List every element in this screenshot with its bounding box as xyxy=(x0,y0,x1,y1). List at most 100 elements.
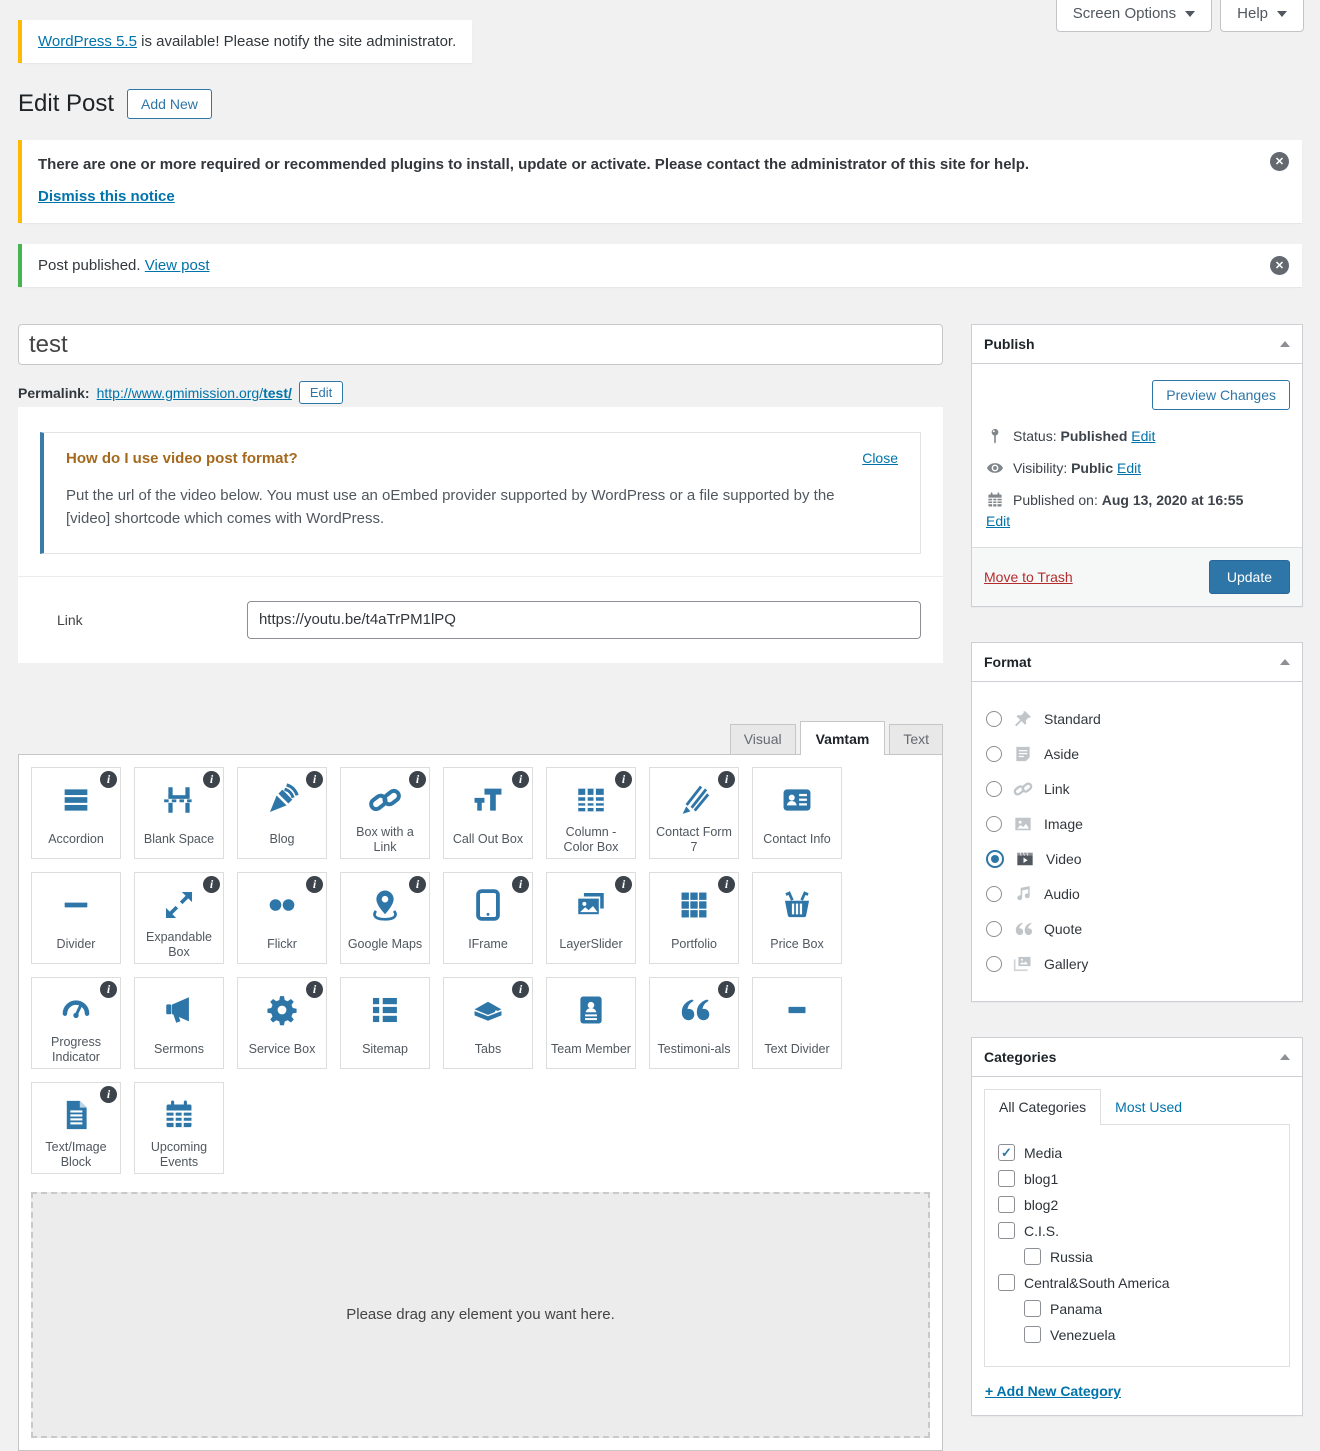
collapse-arrow-icon[interactable] xyxy=(1280,659,1290,665)
category-item-venezuela[interactable]: Venezuela xyxy=(1024,1326,1281,1343)
format-option-gallery[interactable]: Gallery xyxy=(986,954,1288,974)
checkbox-checked[interactable] xyxy=(998,1144,1015,1161)
element-card-google-maps[interactable]: Google Maps xyxy=(340,872,430,964)
radio-unchecked[interactable] xyxy=(986,781,1002,797)
element-card-box-with-a-link[interactable]: Box with a Link xyxy=(340,767,430,859)
permalink-link[interactable]: http://www.gmimission.org/test/ xyxy=(97,385,292,401)
element-card-expandable-box[interactable]: Expandable Box xyxy=(134,872,224,964)
dismiss-notice-link[interactable]: Dismiss this notice xyxy=(38,188,175,205)
info-icon[interactable] xyxy=(100,771,117,788)
view-post-link[interactable]: View post xyxy=(145,257,210,274)
info-icon[interactable] xyxy=(100,1086,117,1103)
tab-visual[interactable]: Visual xyxy=(730,724,796,754)
info-icon[interactable] xyxy=(615,771,632,788)
format-option-aside[interactable]: Aside xyxy=(986,744,1288,764)
radio-unchecked[interactable] xyxy=(986,956,1002,972)
element-card-blank-space[interactable]: Blank Space xyxy=(134,767,224,859)
post-title-input[interactable] xyxy=(18,324,943,365)
element-card-contact-form-7[interactable]: Contact Form 7 xyxy=(649,767,739,859)
element-card-tabs[interactable]: Tabs xyxy=(443,977,533,1069)
info-icon[interactable] xyxy=(512,981,529,998)
category-item-blog2[interactable]: blog2 xyxy=(998,1196,1281,1213)
format-option-image[interactable]: Image xyxy=(986,814,1288,834)
edit-permalink-button[interactable]: Edit xyxy=(299,381,343,404)
category-item-panama[interactable]: Panama xyxy=(1024,1300,1281,1317)
edit-status-link[interactable]: Edit xyxy=(1131,428,1155,444)
collapse-arrow-icon[interactable] xyxy=(1280,1054,1290,1060)
info-icon[interactable] xyxy=(306,876,323,893)
screen-options-button[interactable]: Screen Options xyxy=(1056,0,1212,32)
checkbox-unchecked[interactable] xyxy=(1024,1326,1041,1343)
edit-published-date-link[interactable]: Edit xyxy=(986,513,1010,529)
element-card-upcoming-events[interactable]: Upcoming Events xyxy=(134,1082,224,1174)
info-icon[interactable] xyxy=(718,876,735,893)
element-card-sitemap[interactable]: Sitemap xyxy=(340,977,430,1069)
element-card-portfolio[interactable]: Portfolio xyxy=(649,872,739,964)
move-to-trash-link[interactable]: Move to Trash xyxy=(984,569,1073,585)
checkbox-unchecked[interactable] xyxy=(1024,1248,1041,1265)
info-icon[interactable] xyxy=(615,876,632,893)
checkbox-unchecked[interactable] xyxy=(998,1274,1015,1291)
info-icon[interactable] xyxy=(409,771,426,788)
checkbox-unchecked[interactable] xyxy=(1024,1300,1041,1317)
format-option-audio[interactable]: Audio xyxy=(986,884,1288,904)
radio-unchecked[interactable] xyxy=(986,746,1002,762)
info-icon[interactable] xyxy=(306,771,323,788)
element-card-column-color-box[interactable]: Column - Color Box xyxy=(546,767,636,859)
tab-all-categories[interactable]: All Categories xyxy=(984,1089,1101,1125)
element-card-progress-indicator[interactable]: Progress Indicator xyxy=(31,977,121,1069)
element-card-layerslider[interactable]: LayerSlider xyxy=(546,872,636,964)
info-icon[interactable] xyxy=(718,981,735,998)
edit-visibility-link[interactable]: Edit xyxy=(1117,460,1141,476)
category-item-c-i-s[interactable]: C.I.S. xyxy=(998,1222,1281,1239)
wordpress-update-link[interactable]: WordPress 5.5 xyxy=(38,33,137,50)
element-card-sermons[interactable]: Sermons xyxy=(134,977,224,1069)
info-icon[interactable] xyxy=(512,771,529,788)
checkbox-unchecked[interactable] xyxy=(998,1170,1015,1187)
element-card-team-member[interactable]: Team Member xyxy=(546,977,636,1069)
close-help-link[interactable]: Close xyxy=(862,450,898,466)
video-link-input[interactable] xyxy=(247,601,921,639)
radio-unchecked[interactable] xyxy=(986,816,1002,832)
info-icon[interactable] xyxy=(409,876,426,893)
info-icon[interactable] xyxy=(306,981,323,998)
element-card-contact-info[interactable]: Contact Info xyxy=(752,767,842,859)
info-icon[interactable] xyxy=(203,771,220,788)
element-card-call-out-box[interactable]: Call Out Box xyxy=(443,767,533,859)
format-option-link[interactable]: Link xyxy=(986,779,1288,799)
tab-most-used[interactable]: Most Used xyxy=(1101,1090,1196,1124)
tab-text[interactable]: Text xyxy=(889,724,943,754)
format-option-standard[interactable]: Standard xyxy=(986,709,1288,729)
category-item-russia[interactable]: Russia xyxy=(1024,1248,1281,1265)
format-option-quote[interactable]: Quote xyxy=(986,919,1288,939)
radio-checked[interactable] xyxy=(986,850,1004,868)
element-card-iframe[interactable]: IFrame xyxy=(443,872,533,964)
element-card-flickr[interactable]: Flickr xyxy=(237,872,327,964)
checkbox-unchecked[interactable] xyxy=(998,1222,1015,1239)
help-button[interactable]: Help xyxy=(1220,0,1304,32)
dismiss-icon[interactable] xyxy=(1270,152,1289,171)
tab-vamtam[interactable]: Vamtam xyxy=(800,721,886,755)
element-card-text-image-block[interactable]: Text/Image Block xyxy=(31,1082,121,1174)
radio-unchecked[interactable] xyxy=(986,886,1002,902)
category-item-blog1[interactable]: blog1 xyxy=(998,1170,1281,1187)
checkbox-unchecked[interactable] xyxy=(998,1196,1015,1213)
element-card-blog[interactable]: Blog xyxy=(237,767,327,859)
dismiss-icon[interactable] xyxy=(1270,256,1289,275)
category-item-central-south-america[interactable]: Central&South America xyxy=(998,1274,1281,1291)
info-icon[interactable] xyxy=(512,876,529,893)
drop-zone[interactable]: Please drag any element you want here. xyxy=(31,1192,930,1438)
collapse-arrow-icon[interactable] xyxy=(1280,341,1290,347)
element-card-text-divider[interactable]: Text Divider xyxy=(752,977,842,1069)
add-new-category-link[interactable]: + Add New Category xyxy=(985,1383,1121,1399)
radio-unchecked[interactable] xyxy=(986,711,1002,727)
element-card-accordion[interactable]: Accordion xyxy=(31,767,121,859)
element-card-price-box[interactable]: Price Box xyxy=(752,872,842,964)
element-card-service-box[interactable]: Service Box xyxy=(237,977,327,1069)
update-button[interactable]: Update xyxy=(1209,560,1290,594)
element-card-testimoni-als[interactable]: Testimoni-als xyxy=(649,977,739,1069)
info-icon[interactable] xyxy=(100,981,117,998)
radio-unchecked[interactable] xyxy=(986,921,1002,937)
element-card-divider[interactable]: Divider xyxy=(31,872,121,964)
info-icon[interactable] xyxy=(203,876,220,893)
